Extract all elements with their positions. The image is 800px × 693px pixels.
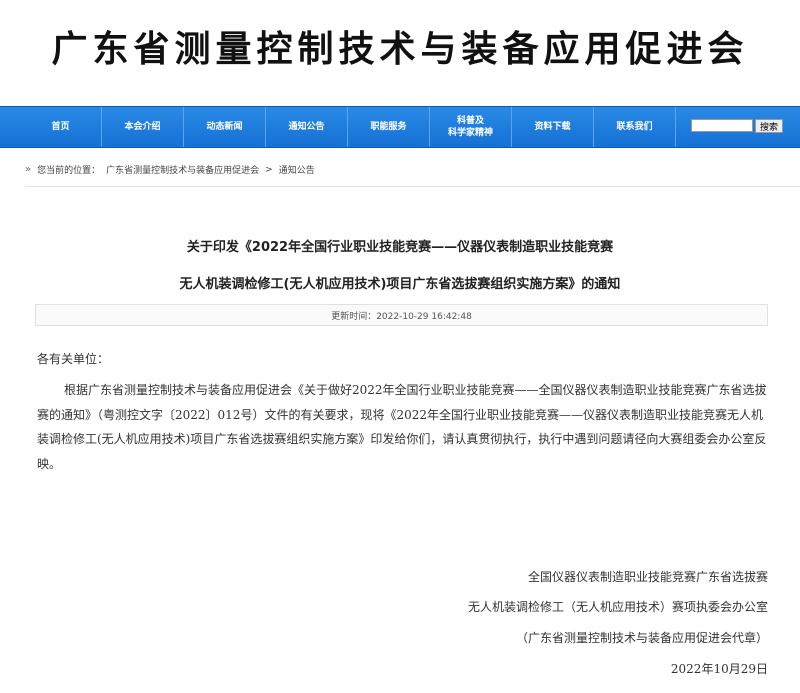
nav-about[interactable]: 本会介绍 — [102, 107, 184, 147]
main-nav: 首页 本会介绍 动态新闻 通知公告 职能服务 科普及 科学家精神 资料下载 联系… — [0, 106, 800, 148]
search-input[interactable] — [691, 119, 753, 132]
site-header: 广东省测量控制技术与装备应用促进会 — [0, 0, 800, 105]
breadcrumb-org[interactable]: 广东省测量控制技术与装备应用促进会 — [106, 163, 259, 176]
nav-downloads[interactable]: 资料下载 — [512, 107, 594, 147]
signature-line1: 全国仪器仪表制造职业技能竞赛广东省选拔赛 — [527, 570, 768, 584]
article-title-line1: 关于印发《2022年全国行业职业技能竞赛——仪器仪表制造职业技能竞赛 — [186, 240, 614, 255]
chevron-right-icon: » — [25, 164, 32, 175]
article-paragraph: 根据广东省测量控制技术与装备应用促进会《关于做好2022年全国行业职业技能竞赛—… — [37, 383, 767, 471]
article-title-line2: 无人机装调检修工(无人机应用技术)项目广东省选拔赛组织实施方案》的通知 — [179, 277, 621, 292]
breadcrumb-separator: > — [265, 164, 273, 175]
search-button[interactable]: 搜索 — [755, 119, 783, 133]
nav-home[interactable]: 首页 — [20, 107, 102, 147]
breadcrumb-current[interactable]: 通知公告 — [279, 163, 315, 176]
nav-science-line1: 科普及 — [456, 116, 484, 126]
nav-notices[interactable]: 通知公告 — [266, 107, 348, 147]
salutation: 各有关单位： — [37, 352, 110, 366]
signature-line3: （广东省测量控制技术与装备应用促进会代章） — [515, 631, 768, 645]
nav-news[interactable]: 动态新闻 — [184, 107, 266, 147]
nav-science[interactable]: 科普及 科学家精神 — [430, 107, 512, 147]
breadcrumb-prefix: 您当前的位置： — [37, 166, 101, 176]
update-time: 更新时间：2022-10-29 16:42:48 — [35, 304, 768, 326]
nav-science-line2: 科学家精神 — [447, 128, 493, 138]
divider — [25, 186, 800, 187]
nav-contact[interactable]: 联系我们 — [594, 107, 676, 147]
breadcrumb: » 您当前的位置： 广东省测量控制技术与装备应用促进会 > 通知公告 — [25, 163, 315, 176]
signature-line2: 无人机装调检修工（无人机应用技术）赛项执委会办公室 — [467, 600, 768, 614]
signature-date: 2022年10月29日 — [670, 662, 768, 676]
site-title: 广东省测量控制技术与装备应用促进会 — [51, 28, 749, 70]
nav-services[interactable]: 职能服务 — [348, 107, 430, 147]
